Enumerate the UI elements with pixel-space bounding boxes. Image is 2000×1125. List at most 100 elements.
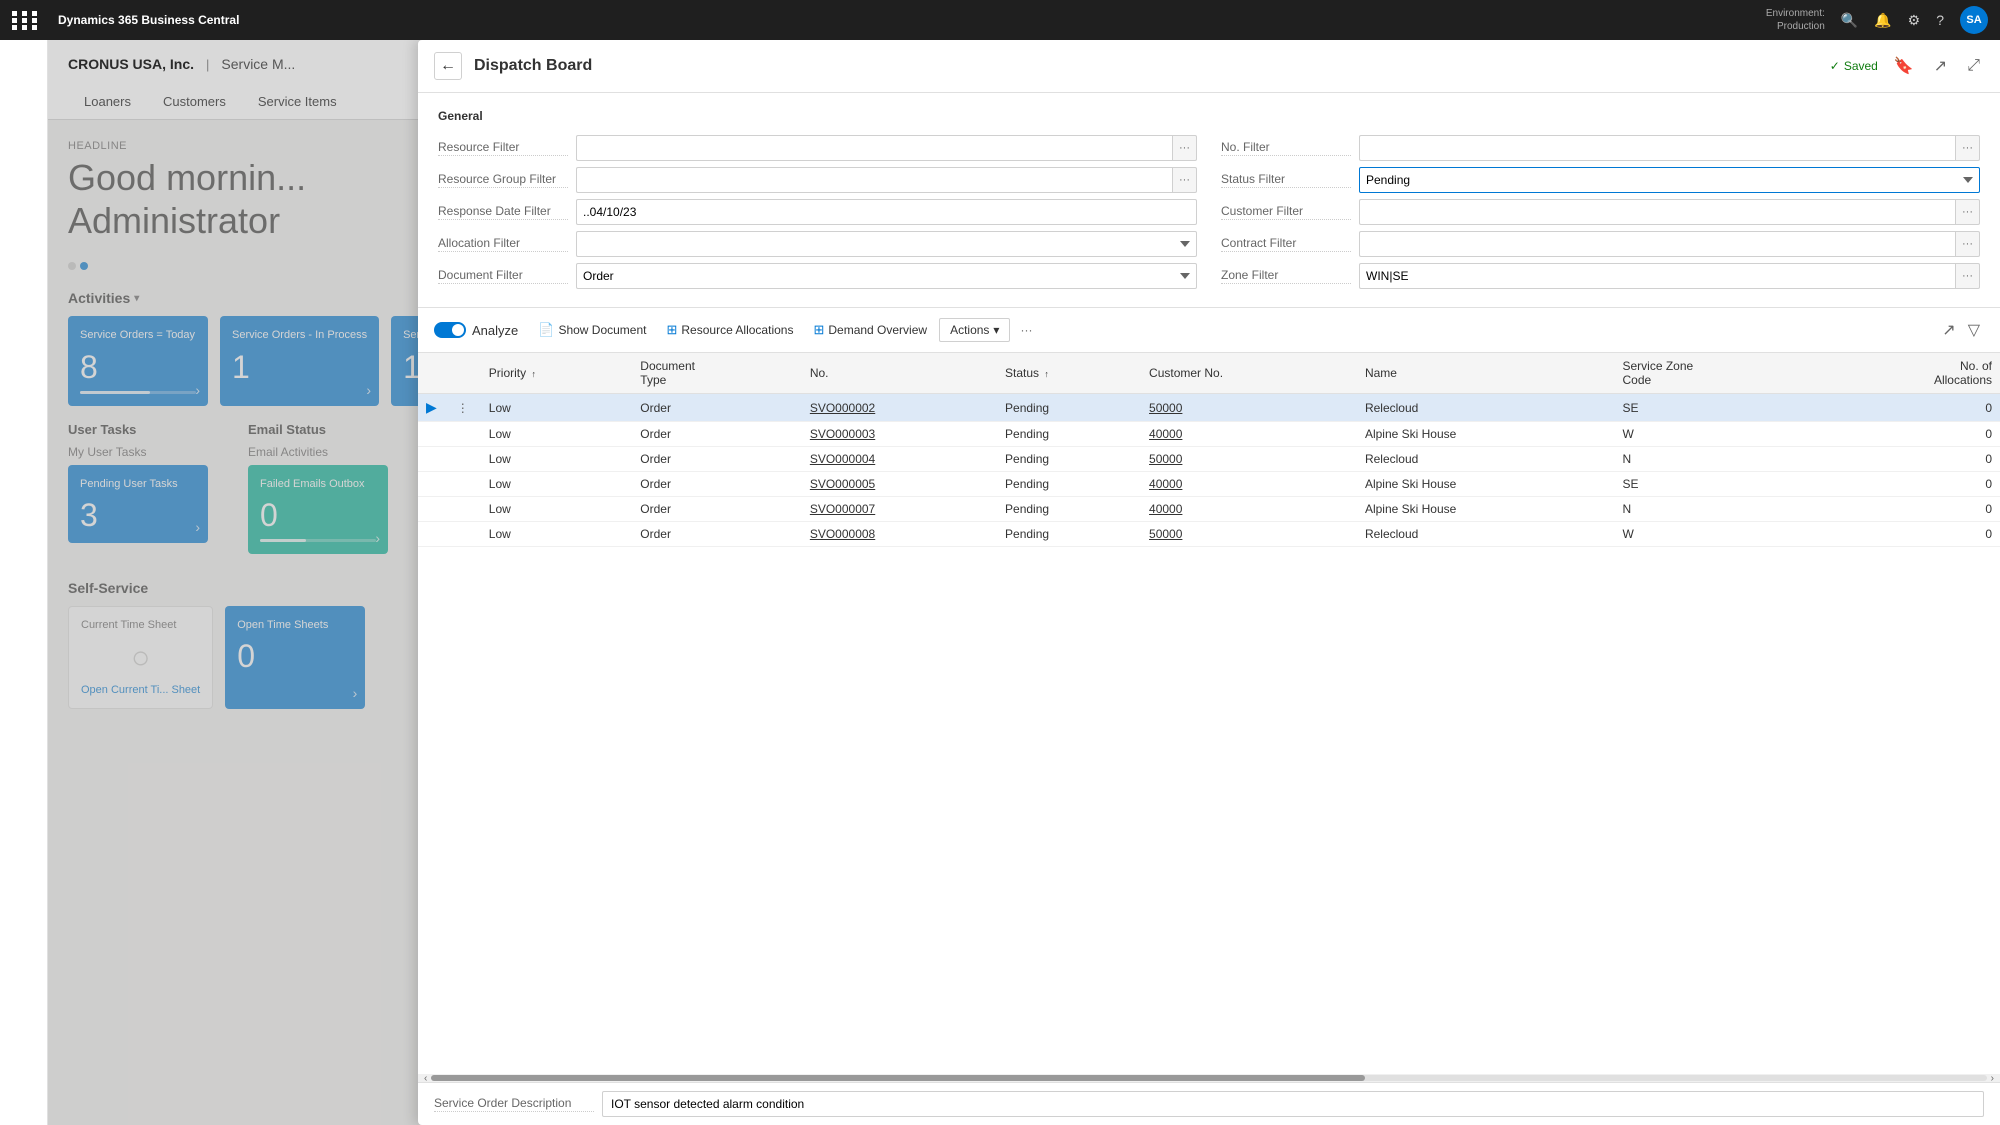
row-doc-type: Order — [632, 497, 802, 522]
table-row[interactable]: Low Order SVO000008 Pending 50000 Relecl… — [418, 522, 2000, 547]
row-priority: Low — [481, 497, 633, 522]
table-row[interactable]: Low Order SVO000007 Pending 40000 Alpine… — [418, 497, 2000, 522]
grid-icon: ⊞ — [666, 322, 677, 338]
row-name: Relecloud — [1357, 447, 1615, 472]
no-filter-lookup-btn[interactable]: ··· — [1955, 135, 1980, 161]
panel-title: Dispatch Board — [474, 57, 592, 75]
resource-filter-lookup-btn[interactable]: ··· — [1172, 135, 1197, 161]
row-doc-type: Order — [632, 522, 802, 547]
content-area: CRONUS USA, Inc. | Service M... ⊞ ⤢ Loan… — [48, 40, 2000, 1125]
row-more-cell — [445, 522, 481, 547]
user-avatar[interactable]: SA — [1960, 6, 1988, 34]
row-name: Relecloud — [1357, 522, 1615, 547]
resource-group-filter-input[interactable] — [576, 167, 1172, 193]
document-filter-select[interactable]: Order — [576, 263, 1197, 289]
row-more-cell — [445, 472, 481, 497]
row-allocations: 0 — [1822, 522, 2000, 547]
search-icon[interactable]: 🔍 — [1841, 12, 1858, 29]
table-row[interactable]: Low Order SVO000003 Pending 40000 Alpine… — [418, 422, 2000, 447]
row-customer-no[interactable]: 50000 — [1141, 447, 1357, 472]
row-no[interactable]: SVO000007 — [802, 497, 997, 522]
analyze-toggle: Analyze — [434, 322, 518, 338]
row-no[interactable]: SVO000003 — [802, 422, 997, 447]
row-status: Pending — [997, 447, 1141, 472]
saved-indicator: ✓ Saved — [1830, 59, 1878, 73]
resource-group-lookup-btn[interactable]: ··· — [1172, 167, 1197, 193]
row-zone: SE — [1614, 394, 1822, 422]
settings-icon[interactable]: ⚙ — [1908, 12, 1921, 29]
share-toolbar-icon[interactable]: ↗ — [1938, 316, 1959, 344]
service-order-description-input[interactable] — [602, 1091, 1984, 1117]
response-date-filter-input[interactable] — [576, 199, 1197, 225]
row-arrow-cell — [418, 422, 445, 447]
more-options-btn[interactable]: ··· — [1014, 319, 1038, 341]
status-filter-select[interactable]: Pending — [1359, 167, 1980, 193]
panel-header: ← Dispatch Board ✓ Saved 🔖 ↗ ⤢ — [418, 40, 2000, 93]
col-doc-type[interactable]: DocumentType — [632, 353, 802, 394]
row-status: Pending — [997, 394, 1141, 422]
row-more-cell — [445, 447, 481, 472]
selected-row-arrow-icon: ▶ — [426, 399, 437, 415]
row-arrow-cell — [418, 447, 445, 472]
no-filter-input[interactable] — [1359, 135, 1955, 161]
app-title: Dynamics 365 Business Central — [58, 13, 239, 27]
notification-icon[interactable]: 🔔 — [1874, 12, 1891, 29]
customer-filter-label: Customer Filter — [1221, 204, 1351, 220]
row-no[interactable]: SVO000002 — [802, 394, 997, 422]
row-no[interactable]: SVO000005 — [802, 472, 997, 497]
col-more — [445, 353, 481, 394]
demand-overview-btn[interactable]: ⊞ Demand Overview — [805, 318, 935, 342]
row-customer-no[interactable]: 40000 — [1141, 497, 1357, 522]
resource-filter-field: ··· — [576, 135, 1197, 161]
help-icon[interactable]: ? — [1936, 12, 1944, 28]
row-customer-no[interactable]: 50000 — [1141, 522, 1357, 547]
analyze-toggle-switch[interactable] — [434, 322, 466, 338]
scrollbar-track[interactable] — [431, 1075, 1986, 1081]
filter-icon[interactable]: ▽ — [1964, 316, 1984, 344]
customer-filter-lookup-btn[interactable]: ··· — [1955, 199, 1980, 225]
col-name[interactable]: Name — [1357, 353, 1615, 394]
col-no[interactable]: No. — [802, 353, 997, 394]
row-priority: Low — [481, 394, 633, 422]
row-no[interactable]: SVO000008 — [802, 522, 997, 547]
row-customer-no[interactable]: 40000 — [1141, 422, 1357, 447]
response-date-filter-label: Response Date Filter — [438, 204, 568, 220]
app-menu-icon[interactable] — [12, 11, 40, 30]
back-button[interactable]: ← — [434, 52, 462, 80]
dispatch-table-container: Priority ↑ DocumentType No. Status ↑ Cus… — [418, 353, 2000, 1074]
table-row[interactable]: Low Order SVO000005 Pending 40000 Alpine… — [418, 472, 2000, 497]
table-row[interactable]: Low Order SVO000004 Pending 50000 Relecl… — [418, 447, 2000, 472]
table-row[interactable]: ▶ ⋮ Low Order SVO000002 Pending 50000 Re… — [418, 394, 2000, 422]
row-more-icon[interactable]: ⋮ — [453, 401, 473, 415]
status-filter-label: Status Filter — [1221, 172, 1351, 188]
fullscreen-icon[interactable]: ⤢ — [1963, 53, 1984, 79]
zone-filter-lookup-btn[interactable]: ··· — [1955, 263, 1980, 289]
row-name: Alpine Ski House — [1357, 497, 1615, 522]
bookmark-icon[interactable]: 🔖 — [1890, 52, 1918, 80]
actions-dropdown-btn[interactable]: Actions ▾ — [939, 318, 1010, 342]
row-doc-type: Order — [632, 472, 802, 497]
row-zone: N — [1614, 447, 1822, 472]
row-no[interactable]: SVO000004 — [802, 447, 997, 472]
row-customer-no[interactable]: 40000 — [1141, 472, 1357, 497]
col-priority[interactable]: Priority ↑ — [481, 353, 633, 394]
sort-asc-icon: ↑ — [531, 369, 536, 379]
zone-filter-input[interactable] — [1359, 263, 1955, 289]
col-zone[interactable]: Service ZoneCode — [1614, 353, 1822, 394]
row-allocations: 0 — [1822, 497, 2000, 522]
resource-filter-input[interactable] — [576, 135, 1172, 161]
scrollbar-thumb[interactable] — [431, 1075, 1364, 1081]
show-document-btn[interactable]: 📄 Show Document — [530, 318, 654, 342]
col-customer-no[interactable]: Customer No. — [1141, 353, 1357, 394]
share-icon[interactable]: ↗ — [1930, 52, 1951, 80]
row-customer-no[interactable]: 50000 — [1141, 394, 1357, 422]
col-status[interactable]: Status ↑ — [997, 353, 1141, 394]
row-arrow-cell — [418, 522, 445, 547]
allocation-filter-select[interactable] — [576, 231, 1197, 257]
col-allocations[interactable]: No. ofAllocations — [1822, 353, 2000, 394]
resource-allocations-btn[interactable]: ⊞ Resource Allocations — [658, 318, 801, 342]
contract-filter-lookup-btn[interactable]: ··· — [1955, 231, 1980, 257]
contract-filter-input[interactable] — [1359, 231, 1955, 257]
customer-filter-input[interactable] — [1359, 199, 1955, 225]
row-arrow-cell — [418, 472, 445, 497]
